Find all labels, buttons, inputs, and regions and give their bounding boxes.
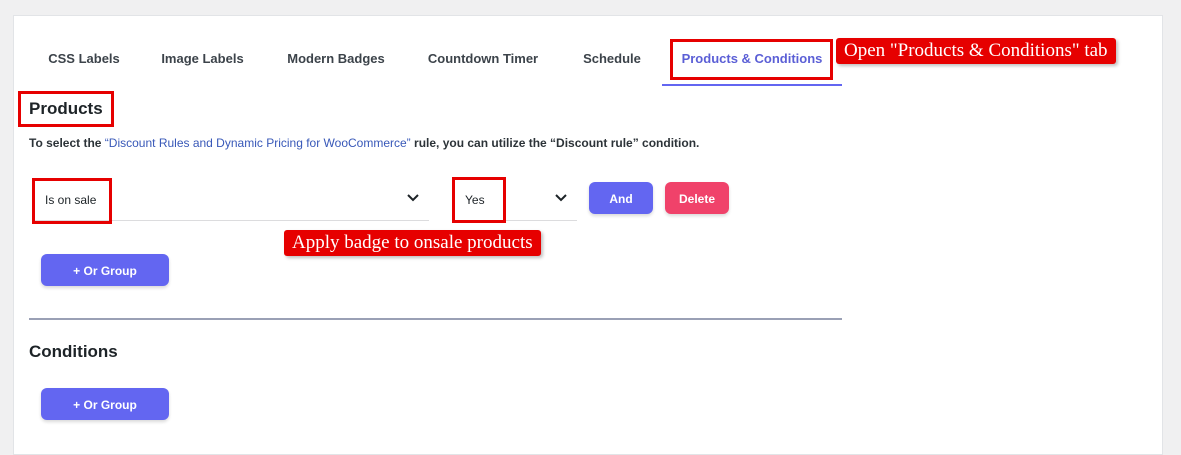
conditions-or-group-button[interactable]: + Or Group [41,388,169,420]
products-title: Products [29,99,103,118]
annotation-highlight-condition-select [32,178,112,224]
chevron-down-icon [555,194,567,202]
help-suffix: rule, you can utilize the “Discount rule… [410,136,700,150]
annotation-apply-badge: Apply badge to onsale products [284,230,541,256]
tab-css-labels[interactable]: CSS Labels [40,38,128,84]
products-help-text: To select the “Discount Rules and Dynami… [29,136,699,150]
chevron-down-icon [407,194,419,202]
annotation-highlight-value-select [452,177,506,223]
and-button[interactable]: And [589,182,653,214]
help-prefix: To select the [29,136,105,150]
tab-schedule[interactable]: Schedule [571,38,653,84]
tab-modern-badges[interactable]: Modern Badges [275,38,397,84]
section-divider [29,318,842,320]
annotation-open-tab: Open "Products & Conditions" tab [836,38,1116,64]
delete-button[interactable]: Delete [665,182,729,214]
annotation-highlight-tab [670,39,833,80]
tab-countdown-timer[interactable]: Countdown Timer [417,38,549,84]
help-link[interactable]: “Discount Rules and Dynamic Pricing for … [105,136,411,150]
tab-image-labels[interactable]: Image Labels [150,38,255,84]
products-or-group-button[interactable]: + Or Group [41,254,169,286]
conditions-title: Conditions [29,342,118,361]
